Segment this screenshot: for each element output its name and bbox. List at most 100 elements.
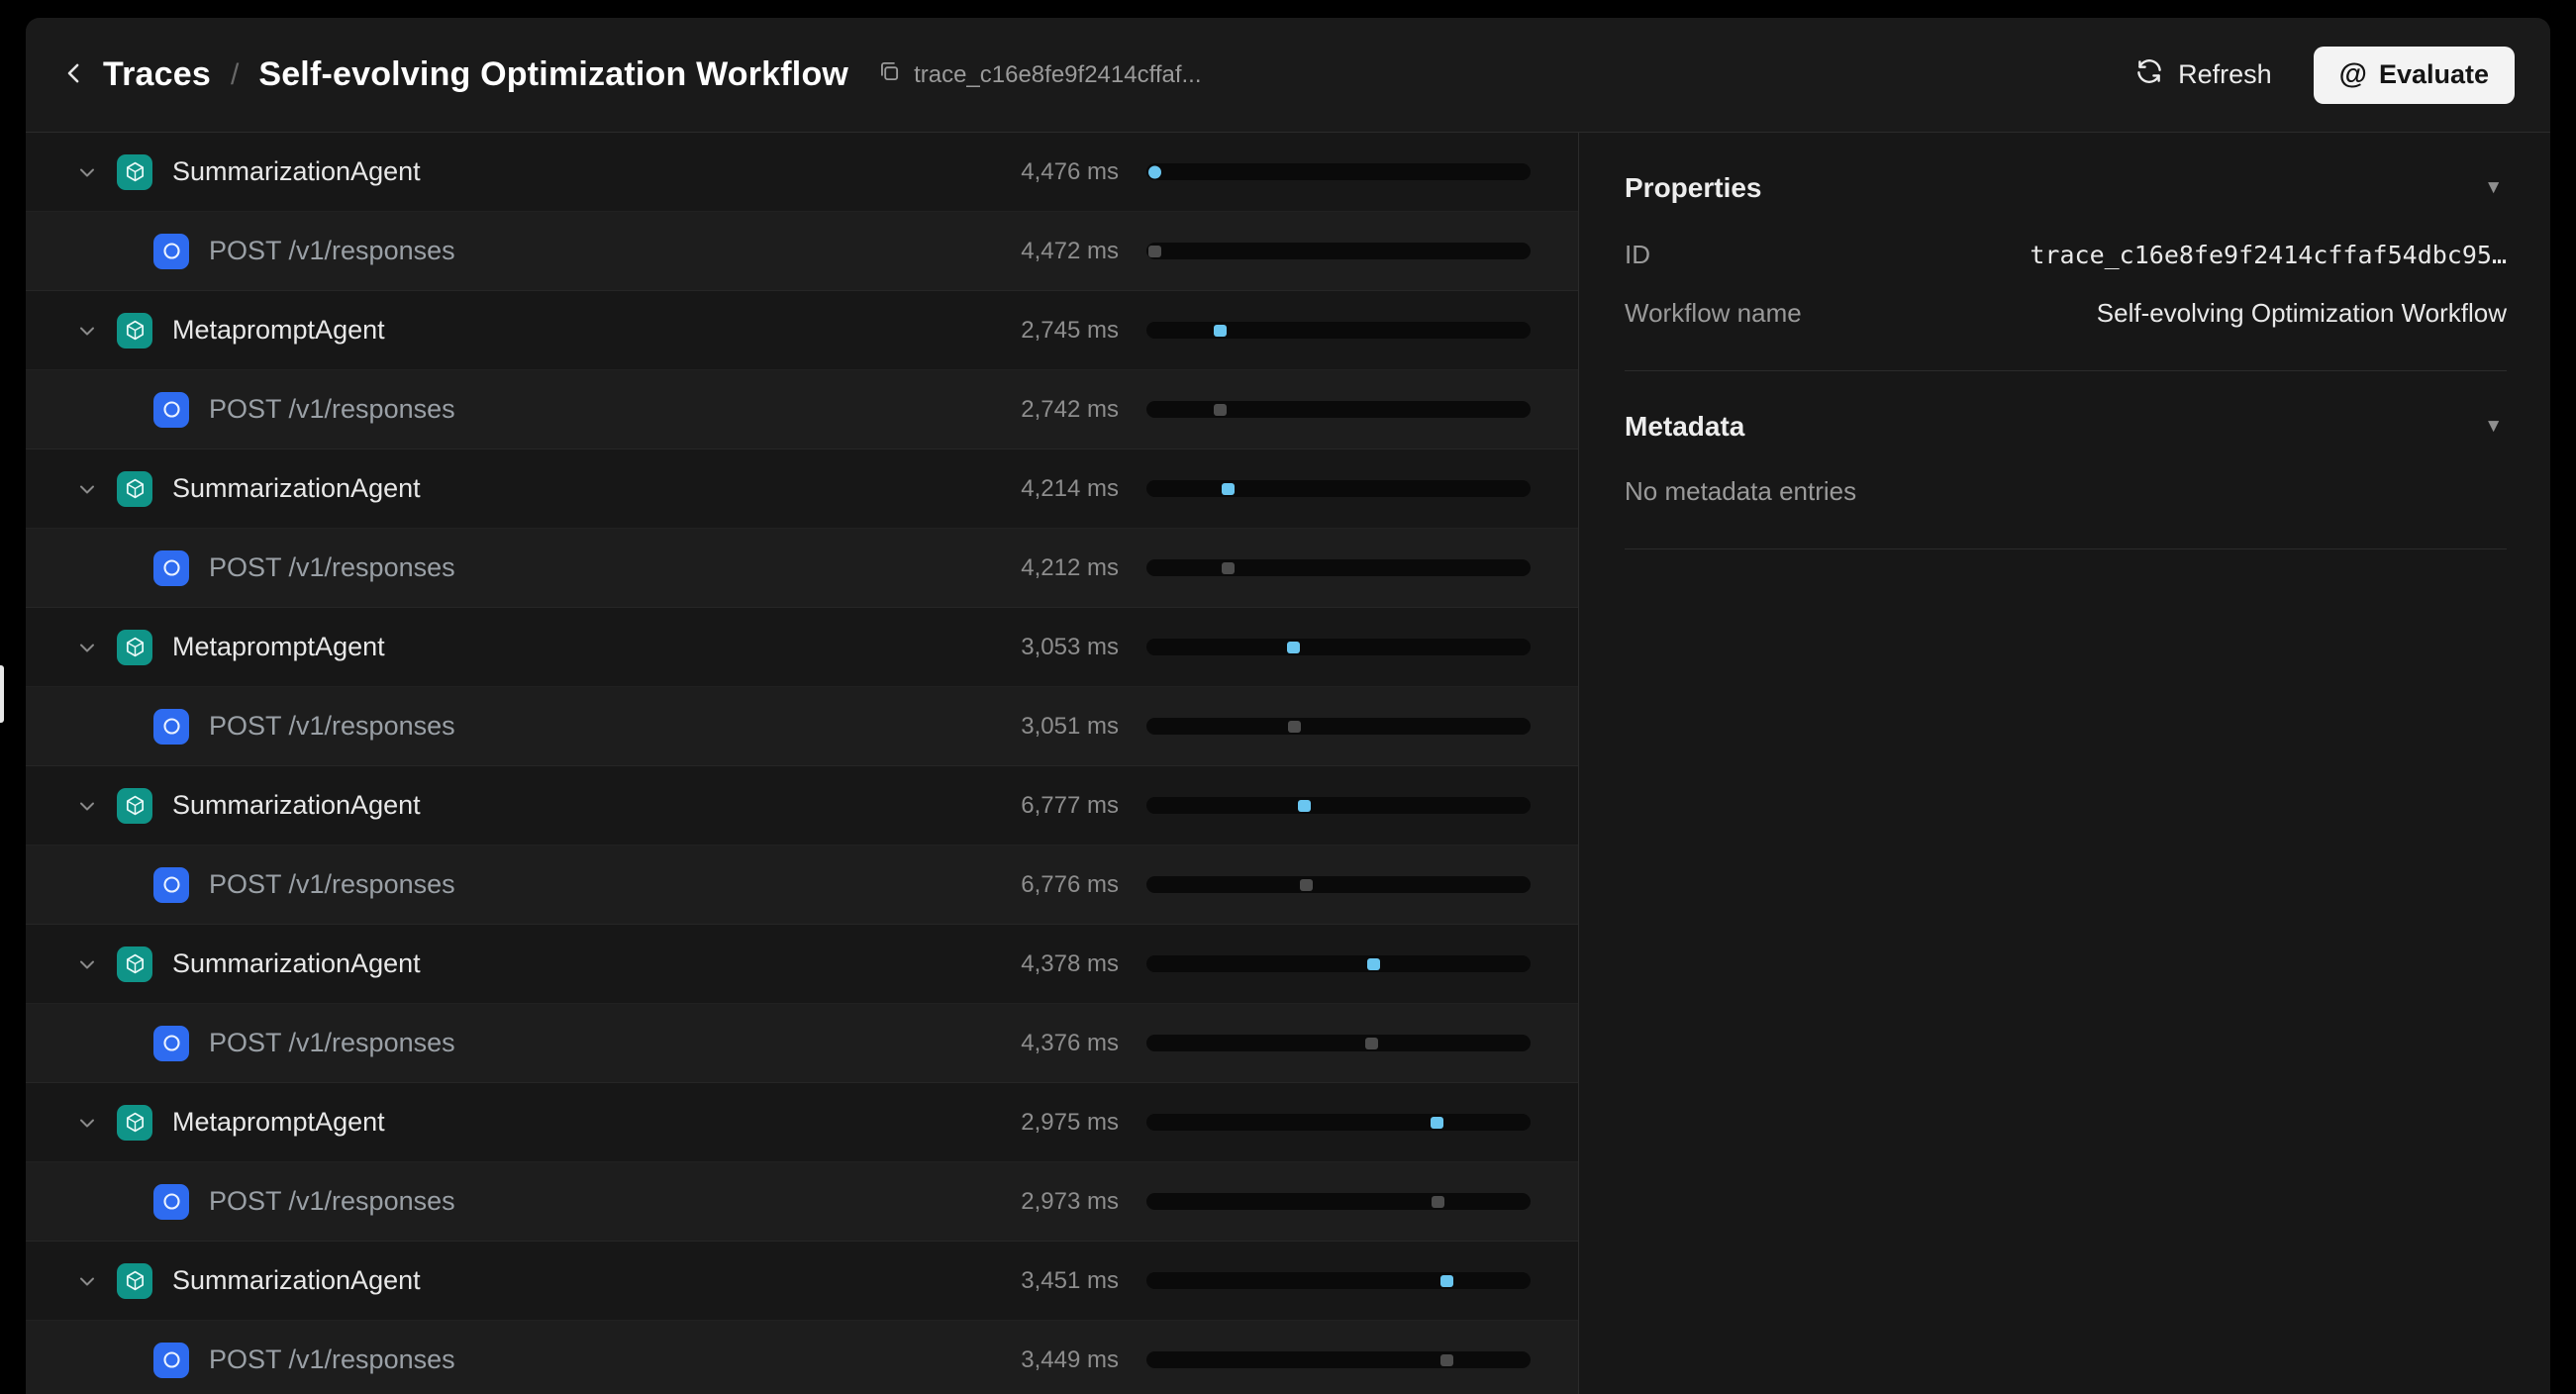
span-duration: 6,777 ms bbox=[1021, 791, 1119, 819]
details-panel: Properties ▼ ID trace_c16e8fe9f2414cffaf… bbox=[1578, 133, 2550, 1394]
property-label: Workflow name bbox=[1625, 298, 1802, 328]
chevron-down-icon[interactable] bbox=[75, 160, 101, 184]
span-duration: 3,449 ms bbox=[1021, 1345, 1119, 1373]
span-duration: 3,051 ms bbox=[1021, 712, 1119, 740]
property-row-workflow-name: Workflow name Self-evolving Optimization… bbox=[1625, 298, 2507, 329]
trace-row[interactable]: POST /v1/responses 3,051 ms bbox=[26, 687, 1578, 766]
trace-row[interactable]: SummarizationAgent 4,214 ms bbox=[26, 449, 1578, 529]
trace-row[interactable]: MetapromptAgent 2,745 ms bbox=[26, 291, 1578, 370]
span-duration: 2,745 ms bbox=[1021, 316, 1119, 344]
chevron-down-icon[interactable] bbox=[75, 636, 101, 659]
agent-icon bbox=[117, 312, 152, 348]
refresh-button[interactable]: Refresh bbox=[2134, 56, 2272, 93]
span-duration: 4,212 ms bbox=[1021, 553, 1119, 581]
metadata-title: Metadata bbox=[1625, 411, 1745, 442]
agent-icon bbox=[117, 1104, 152, 1141]
span-label: POST /v1/responses bbox=[209, 1186, 455, 1216]
timeline-marker bbox=[1221, 561, 1235, 574]
timeline-track bbox=[1146, 718, 1531, 735]
trace-row[interactable]: POST /v1/responses 3,449 ms bbox=[26, 1321, 1578, 1394]
timeline-marker bbox=[1287, 720, 1301, 733]
span-label: SummarizationAgent bbox=[172, 790, 421, 820]
app-root: Traces / Self-evolving Optimization Work… bbox=[26, 18, 2550, 1394]
endpoint-icon bbox=[153, 866, 189, 903]
metadata-collapse-button[interactable]: ▼ bbox=[2480, 412, 2507, 442]
chevron-down-icon[interactable] bbox=[75, 477, 101, 501]
trace-row[interactable]: MetapromptAgent 2,975 ms bbox=[26, 1083, 1578, 1162]
timeline-marker bbox=[1213, 403, 1227, 416]
chevron-down-icon[interactable] bbox=[75, 952, 101, 976]
chevron-down-icon: ▼ bbox=[2484, 177, 2503, 198]
properties-rows: ID trace_c16e8fe9f2414cffaf54dbc95… Work… bbox=[1625, 240, 2507, 329]
span-duration: 2,975 ms bbox=[1021, 1108, 1119, 1136]
trace-row[interactable]: POST /v1/responses 4,376 ms bbox=[26, 1004, 1578, 1083]
endpoint-icon bbox=[153, 708, 189, 745]
endpoint-icon bbox=[153, 391, 189, 428]
trace-row[interactable]: SummarizationAgent 4,378 ms bbox=[26, 925, 1578, 1004]
timeline-marker bbox=[1213, 324, 1227, 337]
trace-row[interactable]: MetapromptAgent 3,053 ms bbox=[26, 608, 1578, 687]
trace-row[interactable]: POST /v1/responses 2,973 ms bbox=[26, 1162, 1578, 1242]
endpoint-icon bbox=[153, 1342, 189, 1378]
span-duration: 4,476 ms bbox=[1021, 157, 1119, 185]
chevron-left-icon bbox=[59, 58, 89, 91]
timeline-track bbox=[1146, 1035, 1531, 1051]
span-duration: 2,973 ms bbox=[1021, 1187, 1119, 1215]
trace-row[interactable]: POST /v1/responses 4,212 ms bbox=[26, 529, 1578, 608]
timeline-track bbox=[1146, 797, 1531, 814]
span-label: SummarizationAgent bbox=[172, 156, 421, 186]
timeline-track bbox=[1146, 1193, 1531, 1210]
chevron-down-icon[interactable] bbox=[75, 794, 101, 818]
timeline-track bbox=[1146, 639, 1531, 655]
timeline-marker bbox=[1147, 245, 1161, 257]
span-duration: 3,451 ms bbox=[1021, 1266, 1119, 1294]
span-label: SummarizationAgent bbox=[172, 948, 421, 978]
endpoint-icon bbox=[153, 1025, 189, 1061]
page-title: Self-evolving Optimization Workflow bbox=[258, 55, 849, 93]
trace-row[interactable]: POST /v1/responses 6,776 ms bbox=[26, 846, 1578, 925]
timeline-marker bbox=[1439, 1353, 1453, 1366]
header: Traces / Self-evolving Optimization Work… bbox=[26, 18, 2550, 133]
timeline-track bbox=[1146, 1351, 1531, 1368]
timeline-marker bbox=[1298, 799, 1312, 812]
trace-row[interactable]: SummarizationAgent 4,476 ms bbox=[26, 133, 1578, 212]
agent-icon bbox=[117, 470, 152, 507]
chevron-down-icon[interactable] bbox=[75, 319, 101, 343]
span-duration: 4,376 ms bbox=[1021, 1029, 1119, 1056]
timeline-track bbox=[1146, 163, 1531, 180]
span-label: POST /v1/responses bbox=[209, 1344, 455, 1374]
refresh-icon bbox=[2134, 56, 2164, 93]
header-actions: Refresh @ Evaluate bbox=[2134, 46, 2515, 104]
copy-trace-id-button[interactable]: trace_c16e8fe9f2414cffaf... bbox=[876, 58, 1202, 91]
span-label: MetapromptAgent bbox=[172, 632, 385, 661]
trace-row[interactable]: SummarizationAgent 6,777 ms bbox=[26, 766, 1578, 846]
agent-icon bbox=[117, 946, 152, 982]
evaluate-button[interactable]: @ Evaluate bbox=[2313, 46, 2515, 104]
chevron-down-icon[interactable] bbox=[75, 1111, 101, 1135]
span-duration: 4,214 ms bbox=[1021, 474, 1119, 502]
refresh-label: Refresh bbox=[2178, 59, 2272, 89]
chevron-down-icon: ▼ bbox=[2484, 416, 2503, 437]
span-label: SummarizationAgent bbox=[172, 1265, 421, 1295]
span-label: POST /v1/responses bbox=[209, 394, 455, 424]
timeline-track bbox=[1146, 1114, 1531, 1131]
evaluate-icon: @ bbox=[2338, 58, 2367, 90]
back-button[interactable] bbox=[59, 58, 89, 91]
span-duration: 2,742 ms bbox=[1021, 395, 1119, 423]
breadcrumb-traces[interactable]: Traces bbox=[103, 55, 211, 94]
trace-row[interactable]: POST /v1/responses 4,472 ms bbox=[26, 212, 1578, 291]
chevron-down-icon[interactable] bbox=[75, 1269, 101, 1293]
trace-id-text: trace_c16e8fe9f2414cffaf... bbox=[914, 60, 1202, 88]
properties-title: Properties bbox=[1625, 172, 1762, 203]
copy-icon bbox=[876, 58, 902, 91]
timeline-marker bbox=[1367, 957, 1381, 970]
agent-icon bbox=[117, 787, 152, 824]
trace-row[interactable]: SummarizationAgent 3,451 ms bbox=[26, 1242, 1578, 1321]
evaluate-label: Evaluate bbox=[2378, 59, 2489, 89]
breadcrumb-separator: / bbox=[230, 57, 240, 91]
properties-collapse-button[interactable]: ▼ bbox=[2480, 173, 2507, 203]
timeline-track bbox=[1146, 401, 1531, 418]
timeline-track bbox=[1146, 876, 1531, 893]
trace-row[interactable]: POST /v1/responses 2,742 ms bbox=[26, 370, 1578, 449]
span-duration: 4,378 ms bbox=[1021, 949, 1119, 977]
